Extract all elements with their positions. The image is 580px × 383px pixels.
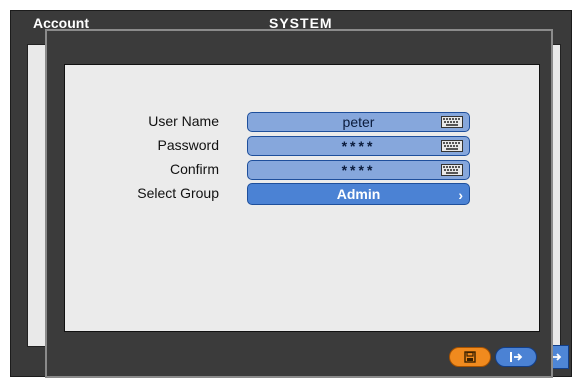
select-group-row: Select Group Admin › (65, 183, 539, 205)
password-row: Password **** (65, 136, 539, 158)
user-name-value: peter (342, 114, 375, 130)
chevron-right-icon: › (458, 187, 463, 203)
confirm-value: **** (341, 162, 376, 178)
confirm-field[interactable]: **** (247, 160, 470, 180)
select-group-dropdown[interactable]: Admin › (247, 183, 470, 205)
user-name-row: User Name peter (65, 112, 539, 134)
dialog-panel: User Name peter Password **** Confirm **… (64, 64, 540, 332)
keyboard-icon[interactable] (441, 164, 463, 176)
user-name-field[interactable]: peter (247, 112, 470, 132)
exit-button[interactable] (495, 347, 537, 367)
user-name-label: User Name (148, 113, 219, 129)
keyboard-icon[interactable] (441, 140, 463, 152)
password-value: **** (341, 138, 376, 154)
password-label: Password (157, 137, 219, 153)
select-group-label: Select Group (137, 185, 219, 201)
save-button[interactable] (449, 347, 491, 367)
exit-icon (510, 352, 523, 362)
password-field[interactable]: **** (247, 136, 470, 156)
confirm-label: Confirm (169, 161, 219, 177)
save-icon (464, 351, 476, 363)
user-edit-dialog: User Name peter Password **** Confirm **… (45, 29, 553, 378)
select-group-value: Admin (336, 186, 381, 202)
confirm-row: Confirm **** (65, 160, 539, 182)
keyboard-icon[interactable] (441, 116, 463, 128)
